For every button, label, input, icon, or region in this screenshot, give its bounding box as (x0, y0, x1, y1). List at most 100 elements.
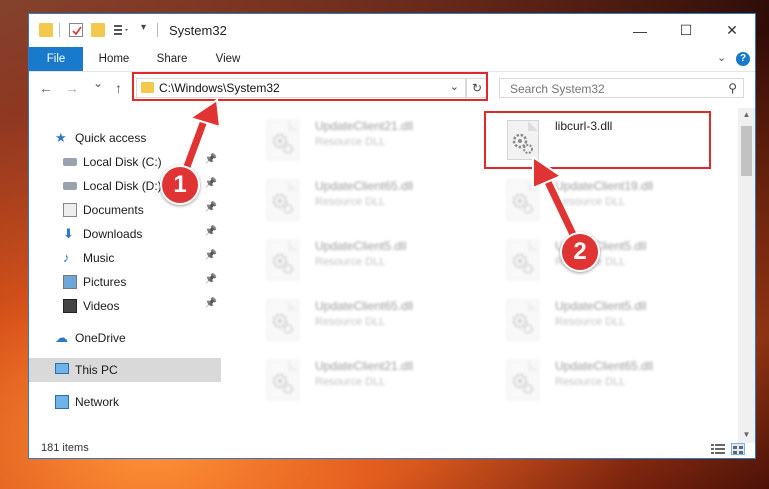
sidebar-item-network[interactable]: Network (29, 390, 221, 414)
sidebar-item-label: Music (83, 251, 115, 265)
computer-icon (55, 363, 69, 374)
file-item[interactable]: UpdateClient65.dll Resource DLL (247, 172, 477, 224)
forward-arrow-icon[interactable]: → (65, 80, 79, 96)
file-type: Resource DLL (315, 256, 386, 268)
dll-file-icon (507, 360, 539, 400)
details-view-icon[interactable] (711, 443, 725, 455)
minimize-button[interactable]: — (617, 14, 663, 47)
file-item[interactable]: UpdateClient5.dllResource DLL (247, 232, 477, 284)
tab-view[interactable]: View (205, 47, 251, 71)
dll-file-icon (267, 240, 299, 280)
file-name: UpdateClient19.dll (555, 179, 654, 193)
close-button[interactable]: ✕ (709, 14, 755, 47)
refresh-button[interactable]: ↻ (466, 78, 488, 98)
sidebar-item-label: Local Disk (D:) (83, 179, 162, 193)
file-name: UpdateClient21.dll (315, 119, 414, 133)
file-item[interactable]: UpdateClient21.dll Resource DLL (247, 352, 477, 404)
quick-access-dropdown-icon[interactable]: ▾ (141, 22, 146, 33)
file-name: UpdateClient65.dll (555, 359, 654, 373)
file-item[interactable]: UpdateClient21.dll Resource DLL (247, 112, 477, 164)
sidebar-item-label: Documents (83, 203, 144, 217)
vertical-scrollbar[interactable]: ▲ ▼ (738, 108, 755, 443)
recent-locations-icon[interactable]: ⌄ (93, 76, 103, 90)
dll-file-icon (507, 120, 539, 160)
pin-icon[interactable]: 📌 (205, 178, 217, 189)
dll-file-icon (507, 180, 539, 220)
file-name: UpdateClient21.dll (315, 359, 414, 373)
drive-icon (63, 182, 77, 190)
file-type: Resource DLL (555, 316, 626, 328)
pictures-icon (63, 275, 77, 289)
sidebar-item-label: Videos (83, 299, 120, 313)
file-item[interactable]: UpdateClient19.dll Resource DLL (487, 172, 717, 224)
pin-icon[interactable]: 📌 (205, 226, 217, 237)
step-badge-1: 1 (160, 165, 200, 205)
pin-icon[interactable]: 📌 (205, 202, 217, 213)
sidebar-item-label: Pictures (83, 275, 127, 289)
tab-home[interactable]: Home (89, 47, 139, 71)
dll-file-icon (267, 300, 299, 340)
address-bar[interactable]: C:\Windows\System32 ⌄ (136, 78, 466, 98)
address-path: C:\Windows\System32 (159, 81, 280, 95)
music-icon: ♪ (63, 250, 70, 265)
large-icons-view-icon[interactable] (731, 443, 745, 455)
up-arrow-icon[interactable]: ↑ (115, 80, 122, 96)
sidebar-item-onedrive[interactable]: ☁ OneDrive (29, 326, 221, 350)
step-badge-2: 2 (560, 232, 600, 272)
status-bar: 181 items (29, 439, 755, 458)
sidebar-item-quick-access[interactable]: ★ Quick access (29, 126, 221, 150)
properties-icon[interactable] (69, 23, 83, 37)
back-arrow-icon[interactable]: ← (39, 80, 53, 96)
sidebar-item-this-pc[interactable]: This PC (29, 358, 221, 382)
separator (59, 23, 60, 37)
dll-file-icon (267, 360, 299, 400)
file-item[interactable]: libcurl-3.dll (487, 112, 717, 164)
file-item[interactable]: UpdateClient65.dll Resource DLL (487, 352, 717, 404)
pin-icon[interactable]: 📌 (205, 250, 217, 261)
file-type: Resource DLL (315, 376, 386, 388)
separator (157, 23, 158, 37)
sidebar-item-music[interactable]: ♪ Music 📌 (29, 246, 221, 270)
drive-icon (63, 158, 77, 166)
documents-icon (63, 203, 77, 217)
scroll-up-icon[interactable]: ▲ (738, 110, 755, 119)
sidebar-item-label: This PC (75, 363, 118, 377)
sidebar-item-videos[interactable]: Videos 📌 (29, 294, 221, 318)
ribbon-tabs: File Home Share View ⌄ ? (29, 47, 755, 72)
sidebar-item-pictures[interactable]: Pictures 📌 (29, 270, 221, 294)
file-name: libcurl-3.dll (555, 119, 613, 133)
file-item[interactable]: UpdateClient5.dllResource DLL (487, 232, 717, 284)
window-title: System32 (169, 23, 227, 38)
pin-icon[interactable]: 📌 (205, 274, 217, 285)
maximize-button[interactable]: ☐ (663, 14, 709, 47)
chevron-down-icon[interactable]: ⌄ (717, 51, 726, 64)
chevron-down-icon[interactable]: ⌄ (450, 80, 459, 93)
scrollbar-thumb[interactable] (741, 126, 752, 176)
help-icon[interactable]: ? (736, 52, 750, 66)
sidebar-item-documents[interactable]: Documents 📌 (29, 198, 221, 222)
search-box[interactable]: ⚲ (499, 78, 744, 98)
sidebar-item-label: OneDrive (75, 331, 126, 345)
pin-icon[interactable]: 📌 (205, 298, 217, 309)
file-type: Resource DLL (555, 376, 626, 388)
customize-toolbar-icon[interactable] (113, 23, 131, 37)
tab-file[interactable]: File (29, 47, 83, 71)
search-input[interactable] (508, 81, 722, 97)
explorer-window: ▾ System32 — ☐ ✕ File Home Share View ⌄ … (28, 13, 756, 459)
network-icon (55, 395, 69, 409)
sidebar-item-label: Network (75, 395, 120, 409)
scroll-down-icon[interactable]: ▼ (738, 430, 755, 439)
file-name: UpdateClient65.dll (315, 299, 414, 313)
navigation-bar: ← → ⌄ ↑ C:\Windows\System32 ⌄ ↻ ⚲ (29, 72, 755, 104)
file-item[interactable]: UpdateClient65.dll Resource DLL (247, 292, 477, 344)
dll-file-icon (267, 120, 299, 160)
file-type: Resource DLL (555, 196, 626, 208)
star-icon: ★ (55, 130, 67, 145)
dll-file-icon (507, 300, 539, 340)
tab-share[interactable]: Share (147, 47, 197, 71)
pin-icon[interactable]: 📌 (205, 154, 217, 165)
new-folder-icon[interactable] (91, 23, 105, 37)
file-name: UpdateClient65.dll (315, 179, 414, 193)
file-item[interactable]: UpdateClient5.dllResource DLL (487, 292, 717, 344)
sidebar-item-downloads[interactable]: ⬇ Downloads 📌 (29, 222, 221, 246)
